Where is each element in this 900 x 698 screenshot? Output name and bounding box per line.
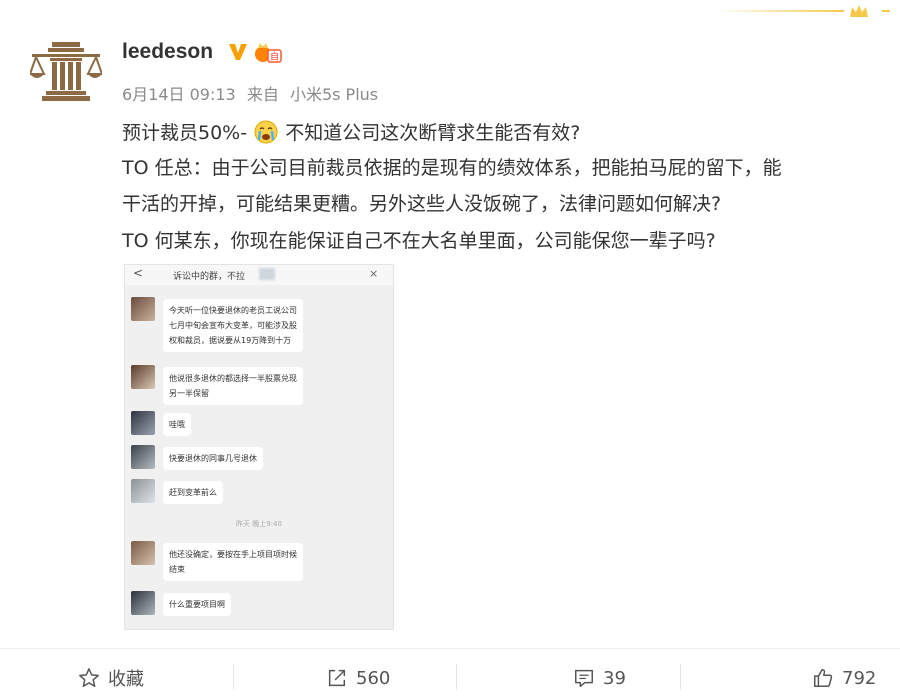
favorite-button[interactable]: 收藏 [78,664,144,692]
comment-button[interactable]: 39 [573,664,626,692]
comment-icon [575,669,593,687]
chat-bubble: 今天听一位快要退休的老员工说公司 七月中旬会宣布大变革，可能涉及股 权和裁员，据… [163,299,303,352]
chat-screenshot-image[interactable]: < 诉讼中的群，不拉 × 今天听一位快要退休的老员工说公司 七月中旬会宣布大变革… [124,264,394,630]
favorite-label: 收藏 [108,669,144,690]
chat-header: < 诉讼中的群，不拉 × [125,265,393,285]
post-text-line-1: 预计裁员50%- 不知道公司这次断臂求生能否有效? [122,118,580,145]
action-separator [680,664,681,690]
post-text-l1-before: 预计裁员50%- [122,122,248,144]
header-decoration-line [716,10,844,12]
post-text-line-3: 干活的开掉，可能结果更糟。另外这些人没饭碗了，法律问题如何解决? [122,193,722,215]
like-count: 792 [842,667,877,689]
chat-bubble: 快要退休的同事几号退休 [163,447,263,470]
repost-icon [328,669,346,687]
username[interactable]: leedeson [122,40,213,64]
blurred-avatar [131,591,155,615]
post-text-l1-after: 不知道公司这次断臂求生能否有效? [285,122,581,144]
post-text-line-2: TO 任总：由于公司目前裁员依据的是现有的绩效体系，把能拍马屁的留下，能 [122,157,782,179]
comment-count: 39 [603,667,626,689]
chat-timestamp: 昨天 晚上9:40 [236,520,282,528]
blurred-avatar [131,445,155,469]
blurred-avatar [131,365,155,389]
star-icon [79,668,99,687]
like-button[interactable]: 792 [812,664,876,692]
scales-avatar-icon[interactable] [30,40,102,102]
chat-title-blur [259,268,275,280]
chat-bubble: 赶到变革前么 [163,481,223,504]
chat-bubble: 什么重要项目啊 [163,593,231,616]
crown-icon [850,5,868,17]
chat-bubble: 哇哦 [163,413,191,436]
post-date[interactable]: 6月14日 09:13 [122,85,236,104]
blurred-avatar [131,541,155,565]
vip-badge-icon[interactable]: 自 [254,42,282,64]
close-icon: × [369,267,379,280]
action-separator [233,664,234,690]
chat-bubble: 他还没确定，要按在手上项目项时候 结束 [163,543,303,581]
post-source-prefix: 来自 [246,85,279,104]
repost-button[interactable]: 560 [326,664,390,692]
repost-count: 560 [356,667,391,689]
post-text-line-4: TO 何某东，你现在能保证自己不在大名单里面，公司能保您一辈子吗? [122,230,716,252]
chat-bubble: 他说很多退休的都选择一半股票兑现 另一半保留 [163,367,303,405]
header-decoration-dot [882,10,890,12]
thumbs-up-icon [814,669,833,687]
verified-v-icon [229,44,247,60]
blurred-avatar [131,297,155,321]
blurred-avatar [131,411,155,435]
crying-emoji-icon [254,120,278,144]
blurred-avatar [131,479,155,503]
action-separator [456,664,457,690]
back-arrow-icon: < [133,266,144,280]
action-bar-divider [0,648,900,649]
svg-text:自: 自 [270,51,279,63]
chat-title: 诉讼中的群，不拉 [173,272,246,282]
post-meta: 6月14日 09:13 来自 小米5s Plus [122,81,378,105]
post-source-device[interactable]: 小米5s Plus [290,85,378,104]
